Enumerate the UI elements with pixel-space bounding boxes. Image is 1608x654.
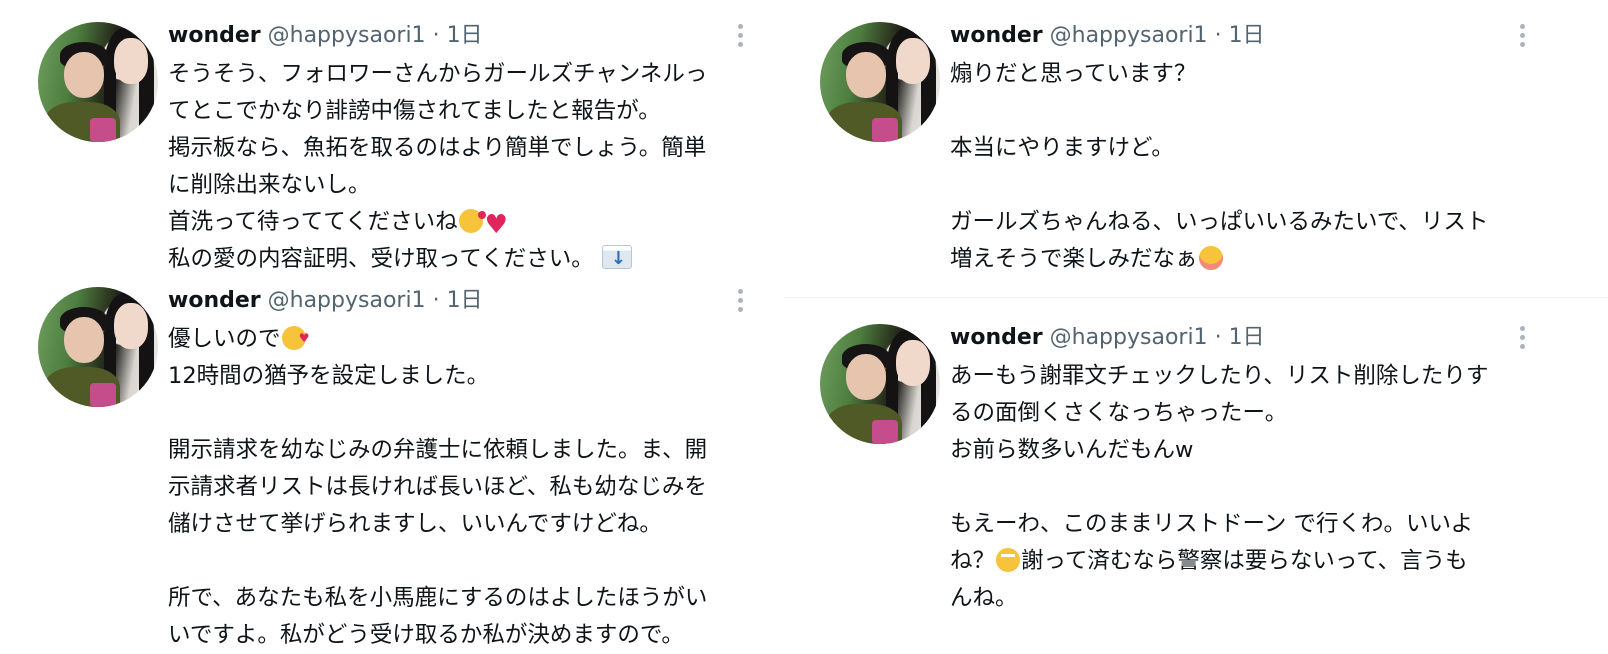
avatar[interactable] <box>38 287 158 407</box>
tweet-header: wonder @happysaori1 · 1日 <box>950 324 1265 352</box>
tweet-text: そうそう、フォロワーさんからガールズチャンネルっ てとこでかなり誹謗中傷されてま… <box>168 56 707 278</box>
author-name[interactable]: wonder <box>950 325 1043 350</box>
text-line: 謝って済むなら警察は要らないって、言うも <box>1021 548 1468 574</box>
text-line: もえーわ、このままリストドーン で行くわ。いいよ <box>950 511 1474 537</box>
text-line: ね？ <box>950 548 996 574</box>
text-line: 所で、あなたも私を小馬鹿にするのはよしたほうがい <box>168 585 708 611</box>
author-name[interactable]: wonder <box>168 288 261 313</box>
author-handle[interactable]: @happysaori1 <box>1050 325 1208 350</box>
text-line-with-emoji: 増えそうで楽しみだなぁ <box>950 241 1488 278</box>
timestamp[interactable]: 1日 <box>1229 325 1265 350</box>
face-with-rolling-eyes-emoji <box>996 548 1021 572</box>
avatar[interactable] <box>38 22 158 142</box>
text-line: 本当にやりますけど。 <box>950 135 1174 161</box>
author-name[interactable]: wonder <box>168 23 261 48</box>
timestamp[interactable]: 1日 <box>447 23 483 48</box>
text-line: いですよ。私がどう受け取るか私が決めますので。 <box>168 622 684 648</box>
text-line: 煽りだと思っています？ <box>950 61 1197 87</box>
tweet-header: wonder @happysaori1 · 1日 <box>168 287 483 315</box>
avatar[interactable] <box>820 22 940 142</box>
separator-dot: · <box>432 23 440 48</box>
text-line: 首洗って待っててくださいね <box>168 209 458 235</box>
separator-dot: · <box>1214 23 1222 48</box>
author-handle[interactable]: @happysaori1 <box>268 288 426 313</box>
author-handle[interactable]: @happysaori1 <box>268 23 426 48</box>
heart-emoji <box>485 208 509 232</box>
text-line-with-emoji: 私の愛の内容証明、受け取ってください。 <box>168 240 707 278</box>
text-line: ガールズちゃんねる、いっぱいいるみたいで、リスト <box>950 209 1489 235</box>
relieved-face-emoji <box>1198 246 1223 270</box>
text-line: に削除出来ないし。 <box>168 172 371 198</box>
author-handle[interactable]: @happysaori1 <box>1050 23 1208 48</box>
text-line: 示請求者リストは長ければ長いほど、私も幼なじみを <box>168 474 707 500</box>
tweet-divider <box>785 297 1608 298</box>
separator-dot: · <box>1214 325 1222 350</box>
tweet-4[interactable]: wonder @happysaori1 · 1日 あーもう謝罪文チェックしたり、… <box>820 324 1535 644</box>
timestamp[interactable]: 1日 <box>1229 23 1265 48</box>
avatar[interactable] <box>820 324 940 444</box>
more-options-icon[interactable] <box>736 24 744 50</box>
tweet-text: あーもう謝罪文チェックしたり、リスト削除したりす るの面倒くさくなっちゃったー。… <box>950 358 1488 617</box>
text-line: るの面倒くさくなっちゃったー。 <box>950 400 1288 426</box>
text-line-with-emoji: 優しいので <box>168 320 707 358</box>
tweet-2[interactable]: wonder @happysaori1 · 1日 優しいので 12時間の猶予を設… <box>38 287 773 648</box>
text-line: てとこでかなり誹謗中傷されてましたと報告が。 <box>168 98 661 124</box>
separator-dot: · <box>432 288 440 313</box>
more-options-icon[interactable] <box>1518 24 1526 50</box>
smiling-face-with-hearts-emoji <box>281 320 310 357</box>
author-name[interactable]: wonder <box>950 23 1043 48</box>
text-line: そうそう、フォロワーさんからガールズチャンネルっ <box>168 61 708 87</box>
text-line: あーもう謝罪文チェックしたり、リスト削除したりす <box>950 363 1489 389</box>
text-line-with-emoji: 首洗って待っててくださいね <box>168 204 707 241</box>
text-line: 増えそうで楽しみだなぁ <box>950 246 1198 272</box>
text-line: 優しいので <box>168 326 281 352</box>
tweet-3[interactable]: wonder @happysaori1 · 1日 煽りだと思っています？ 本当に… <box>820 22 1535 282</box>
kiss-emoji <box>458 209 486 233</box>
envelope-emoji <box>601 240 632 277</box>
text-line: お前ら数多いんだもんw <box>950 437 1194 463</box>
text-line: 私の愛の内容証明、受け取ってください。 <box>168 246 594 272</box>
timestamp[interactable]: 1日 <box>447 288 483 313</box>
text-line: 儲けさせて挙げられますし、いいんですけどね。 <box>168 511 662 537</box>
text-line: 開示請求を幼なじみの弁護士に依頼しました。ま、開 <box>168 437 708 463</box>
text-line-with-emoji: ね？ 謝って済むなら警察は要らないって、言うも <box>950 543 1488 580</box>
more-options-icon[interactable] <box>1518 326 1526 352</box>
tweet-1[interactable]: wonder @happysaori1 · 1日 そうそう、フォロワーさんからガ… <box>38 22 773 277</box>
tweet-header: wonder @happysaori1 · 1日 <box>950 22 1265 50</box>
tweet-text: 煽りだと思っています？ 本当にやりますけど。 ガールズちゃんねる、いっぱいいるみ… <box>950 56 1488 278</box>
tweet-text: 優しいので 12時間の猶予を設定しました。 開示請求を幼なじみの弁護士に依頼しま… <box>168 320 708 654</box>
text-line: 掲示板なら、魚拓を取るのはより簡単でしょう。簡単 <box>168 135 707 161</box>
text-line: 12時間の猶予を設定しました。 <box>168 363 490 389</box>
text-line: んね。 <box>950 585 1018 611</box>
more-options-icon[interactable] <box>736 289 744 315</box>
tweet-header: wonder @happysaori1 · 1日 <box>168 22 483 50</box>
